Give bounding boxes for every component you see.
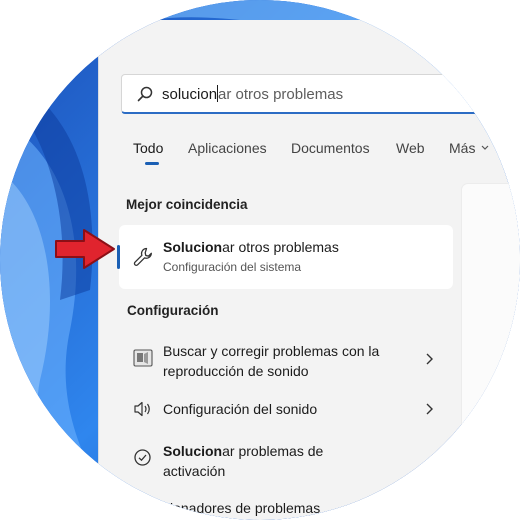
settings-item-label: Buscar y corregir problemas con la repro…: [163, 341, 379, 381]
best-match-result[interactable]: [119, 225, 453, 289]
best-match-title: Solucionar otros problemas: [163, 239, 339, 255]
wrench-icon: [133, 247, 152, 266]
tab-documentos[interactable]: Documentos: [291, 140, 370, 156]
check-circle-icon: [134, 449, 151, 466]
speaker-icon: [134, 401, 150, 417]
best-match-title-bold: Solucion: [163, 239, 223, 255]
search-box[interactable]: solucionar otros problemas: [121, 74, 520, 114]
search-input[interactable]: solucionar otros problemas: [162, 85, 343, 103]
tab-aplicaciones[interactable]: Aplicaciones: [188, 140, 267, 156]
settings-item-bold: Solucion: [163, 443, 223, 459]
settings-heading: Configuración: [127, 303, 219, 318]
search-completion-text: ar otros problemas: [218, 86, 344, 103]
preview-pane: [462, 184, 520, 520]
settings-item-label: Configuración del sonido: [163, 401, 318, 417]
chevron-right-icon: [426, 353, 433, 365]
tab-todo[interactable]: Todo: [133, 140, 163, 156]
active-tab-indicator: [145, 162, 159, 165]
tab-web[interactable]: Web: [396, 140, 425, 156]
settings-item-line2: activación: [163, 463, 226, 479]
best-match-heading: Mejor coincidencia: [126, 197, 248, 212]
settings-item-line1: Buscar y corregir problemas con la: [163, 343, 380, 359]
tab-mas[interactable]: Más: [449, 140, 475, 156]
best-match-subtitle: Configuración del sistema: [163, 260, 302, 274]
circular-crop: solucionar otros problemas Todo Aplicaci…: [0, 0, 520, 520]
chevron-down-icon: [481, 145, 489, 150]
red-pointer-arrow: [55, 229, 115, 269]
audio-troubleshoot-icon: [133, 349, 153, 367]
settings-item-label: Solucionar problemas de activación: [163, 441, 323, 481]
search-typed-text: solucion: [162, 86, 218, 103]
settings-item-line2: reproducción de sonido: [163, 363, 309, 379]
best-match-title-rest: ar otros problemas: [222, 239, 339, 255]
settings-item-rest: ar problemas de: [222, 443, 324, 459]
settings-item-partial[interactable]: cionadores de problemas: [163, 498, 320, 518]
chevron-right-icon: [426, 403, 433, 415]
search-icon: [137, 86, 153, 102]
